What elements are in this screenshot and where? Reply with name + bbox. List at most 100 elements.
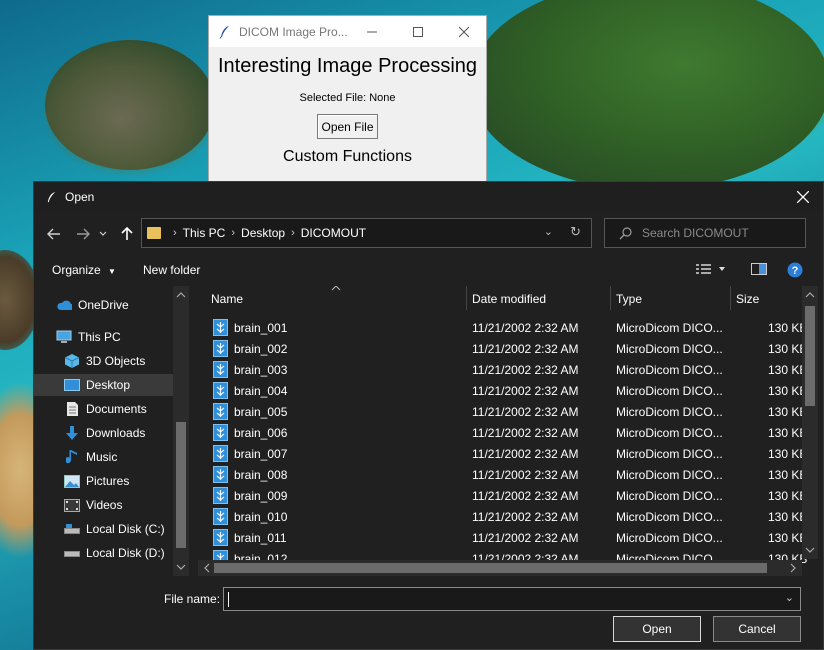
nav-item-music[interactable]: Music [64,446,117,468]
file-name: brain_002 [234,342,288,356]
nav-item-label: Desktop [86,378,131,392]
dropdown-triangle-icon: ▼ [108,267,116,276]
breadcrumb-desktop[interactable]: Desktop [241,226,285,240]
file-type: MicroDicom DICO... [616,384,723,398]
file-type: MicroDicom DICO... [616,447,723,461]
nav-item-label: Pictures [86,474,130,488]
column-size[interactable]: Size [736,292,759,306]
refresh-icon[interactable]: ↻ [570,224,581,240]
table-row[interactable]: brain_006 11/21/2002 2:32 AM MicroDicom DI… [198,422,808,443]
table-row[interactable]: brain_010 11/21/2002 2:32 AM MicroDicom DI… [198,506,808,527]
nav-item-documents[interactable]: Documents [64,398,147,420]
nav-item-label: Videos [86,498,123,512]
table-row[interactable]: brain_003 11/21/2002 2:32 AM MicroDicom DI… [198,359,808,380]
up-arrow-icon [121,227,133,240]
up-button[interactable] [117,224,137,244]
view-options-button[interactable] [696,262,726,279]
column-divider[interactable] [730,286,731,310]
help-icon: ? [787,262,803,278]
nav-item-3d-objects[interactable]: 3D Objects [64,350,145,372]
column-divider[interactable] [466,286,467,310]
dicom-file-icon [213,319,228,336]
search-input[interactable] [642,226,802,240]
nav-item-label: This PC [78,330,121,344]
file-date-modified: 11/21/2002 2:32 AM [472,405,579,419]
app-heading: Interesting Image Processing [217,55,478,77]
maximize-icon [413,26,423,37]
scrollbar-thumb[interactable] [214,563,767,573]
text-caret [228,592,229,607]
table-row[interactable]: brain_001 11/21/2002 2:32 AM MicroDicom DI… [198,317,808,338]
nav-item-label: Music [86,450,118,464]
pc-icon [56,329,72,345]
table-row[interactable]: brain_004 11/21/2002 2:32 AM MicroDicom DI… [198,380,808,401]
scroll-left-icon [204,563,210,573]
table-row[interactable]: brain_008 11/21/2002 2:32 AM MicroDicom DI… [198,464,808,485]
dialog-titlebar[interactable]: Open [34,182,823,212]
nav-item-desktop[interactable]: Desktop [34,374,173,396]
feather-icon [47,191,56,202]
column-divider[interactable] [610,286,611,310]
preview-pane-button[interactable] [751,262,767,279]
table-row[interactable]: brain_002 11/21/2002 2:32 AM MicroDicom DI… [198,338,808,359]
maximize-button[interactable] [395,16,441,47]
file-list-scrollbar[interactable] [802,286,818,559]
nav-item-local-disk-c[interactable]: Local Disk (C:) [64,518,165,540]
column-date-modified[interactable]: Date modified [472,292,546,306]
table-row[interactable]: brain_011 11/21/2002 2:32 AM MicroDicom DI… [198,527,808,548]
open-file-button[interactable]: Open File [317,114,378,139]
minimize-button[interactable] [349,16,395,47]
file-name: brain_001 [234,321,288,335]
search-box[interactable] [604,218,806,248]
scrollbar-thumb[interactable] [176,422,186,548]
new-folder-button[interactable]: New folder [143,263,200,277]
wallpaper-rock [45,40,215,170]
back-button[interactable] [44,224,64,244]
breadcrumb-this-pc[interactable]: This PC [183,226,226,240]
close-button[interactable] [441,16,487,47]
close-icon [459,26,469,37]
app-titlebar[interactable]: DICOM Image Pro... [209,16,486,47]
video-icon [64,497,80,513]
organize-button[interactable]: Organize ▼ [52,263,116,277]
dialog-close-button[interactable] [783,182,823,212]
column-type[interactable]: Type [616,292,642,306]
cube-icon [64,353,80,369]
nav-item-onedrive[interactable]: OneDrive [56,294,129,316]
table-row[interactable]: brain_005 11/21/2002 2:32 AM MicroDicom DI… [198,401,808,422]
scrollbar-thumb[interactable] [805,306,815,406]
file-name: brain_006 [234,426,288,440]
dicom-file-icon [213,508,228,525]
scroll-right-icon [790,563,796,573]
nav-item-pictures[interactable]: Pictures [64,470,129,492]
nav-pane-scrollbar[interactable] [173,286,189,576]
file-type: MicroDicom DICO... [616,489,723,503]
file-type: MicroDicom DICO... [616,510,723,524]
download-icon [64,425,80,441]
nav-item-downloads[interactable]: Downloads [64,422,145,444]
folder-icon [147,227,161,239]
file-name-input[interactable]: ⌄ [223,587,801,611]
nav-item-videos[interactable]: Videos [64,494,122,516]
music-icon [64,449,80,465]
file-name: brain_010 [234,510,288,524]
forward-button[interactable] [73,224,93,244]
column-name[interactable]: Name [211,292,243,306]
open-button[interactable]: Open [613,616,701,642]
help-button[interactable]: ? [787,262,803,281]
chevron-down-icon[interactable]: ⌄ [785,591,794,604]
table-row[interactable]: brain_007 11/21/2002 2:32 AM MicroDicom DI… [198,443,808,464]
nav-item-this-pc[interactable]: This PC [56,326,121,348]
cancel-button[interactable]: Cancel [713,616,801,642]
table-row[interactable]: brain_009 11/21/2002 2:32 AM MicroDicom DI… [198,485,808,506]
file-list-horizontal-scrollbar[interactable] [198,560,802,576]
scroll-down-icon [805,547,815,553]
nav-item-local-disk-d[interactable]: Local Disk (D:) [64,542,165,564]
file-name: brain_011 [234,531,287,545]
breadcrumb-dicomout[interactable]: DICOMOUT [301,226,366,240]
svg-text:?: ? [792,265,799,277]
address-bar[interactable]: › This PC › Desktop › DICOMOUT ⌄ ↻ [141,218,592,248]
recent-locations-button[interactable] [97,224,109,244]
chevron-down-icon[interactable]: ⌄ [544,225,553,238]
scroll-up-icon [805,292,815,298]
